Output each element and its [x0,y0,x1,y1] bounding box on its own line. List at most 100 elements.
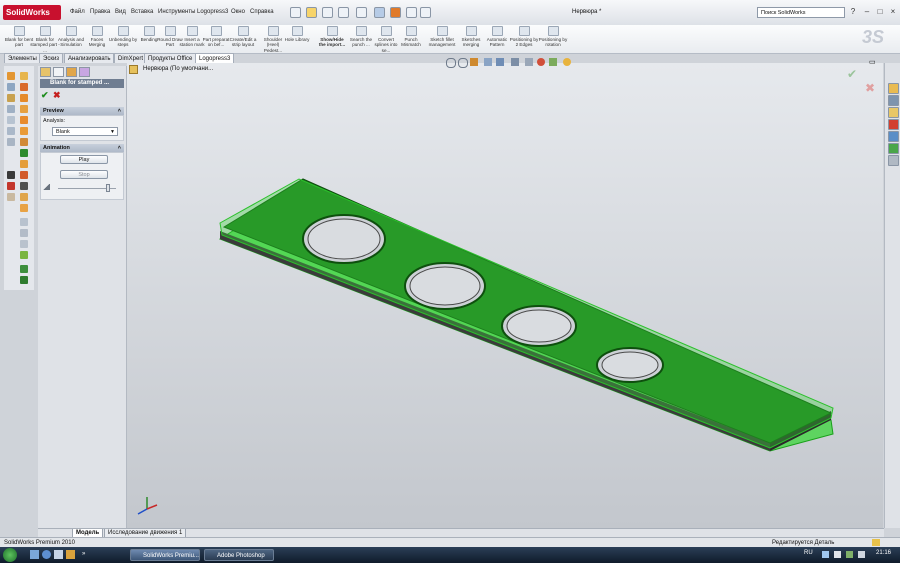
tool-icon[interactable] [20,193,28,201]
file-explorer-icon[interactable] [888,107,899,118]
strip-layout-button[interactable]: Create/Edit a strip layout [228,25,258,48]
tool-icon[interactable] [20,182,28,190]
explorer-icon[interactable] [54,550,63,559]
tab-dimxpert[interactable]: DimXpert [114,53,148,63]
punch-mismatch-button[interactable]: Punch Mismatch [396,25,426,48]
start-button[interactable] [3,548,17,562]
tab-features[interactable]: Элементы [4,53,41,63]
tab-logopress3[interactable]: Logopress3 [195,53,235,63]
help-icon[interactable]: ? [848,7,858,17]
tool-icon[interactable] [7,94,15,102]
configuration-manager-tab[interactable] [66,67,77,77]
select-pointer-icon[interactable] [374,7,385,18]
part-preparation-button[interactable]: Part preparat on bef... [201,25,231,48]
tool-icon[interactable] [20,265,28,273]
minimize-button[interactable]: – [862,7,872,17]
tool-icon[interactable] [20,171,28,179]
animation-group-header[interactable]: Animation ˄ [40,144,124,152]
search-input[interactable]: Поиск SolidWorks [757,7,845,18]
graphics-viewport[interactable]: Нервюра (По умолчани... ▭ ✔ ✖ [127,58,883,528]
search-results-icon[interactable] [888,119,899,130]
design-library-icon[interactable] [888,95,899,106]
tool-icon[interactable] [20,251,28,259]
view-palette-icon[interactable] [888,131,899,142]
appearances-icon[interactable] [888,143,899,154]
language-indicator[interactable]: RU [804,550,813,556]
menu-window[interactable]: Окно [231,9,245,15]
new-document-icon[interactable] [290,7,301,18]
cancel-x-icon[interactable]: ✖ [53,90,61,101]
menu-insert[interactable]: Вставка [131,9,153,15]
play-button[interactable]: Play [60,155,108,164]
property-manager-tab[interactable] [53,67,64,77]
show-hide-import-button[interactable]: Show/Hide the import... [317,25,347,48]
tool-icon[interactable] [7,116,15,124]
file-properties-icon[interactable] [406,7,417,18]
analysis-dropdown[interactable]: Blank ▼ [52,127,118,136]
task-photoshop[interactable]: Adobe Photoshop [204,549,274,561]
tray-icon[interactable] [846,551,853,558]
volume-icon[interactable] [858,551,865,558]
tab-evaluate[interactable]: Анализировать [64,53,115,63]
tool-icon[interactable] [20,94,28,102]
part-model[interactable] [127,63,883,528]
tool-icon[interactable] [20,218,28,226]
sketch-fillet-button[interactable]: Sketch fillet management [426,25,458,48]
menu-logopress[interactable]: Logopress3 [197,9,228,15]
quicklaunch-more-icon[interactable]: » [82,551,85,557]
resources-icon[interactable] [888,83,899,94]
tool-icon[interactable] [20,83,28,91]
open-folder-icon[interactable] [306,7,317,18]
tray-icon[interactable] [822,551,829,558]
tool-icon[interactable] [20,149,28,157]
tab-sketch[interactable]: Эскиз [39,53,64,63]
preview-group-header[interactable]: Preview ˄ [40,107,124,115]
tool-icon[interactable] [20,116,28,124]
collapse-chevron-icon[interactable]: ˄ [118,107,121,115]
stop-button[interactable]: Stop [60,170,108,179]
print-icon[interactable] [338,7,349,18]
tool-icon[interactable] [7,182,15,190]
tool-icon[interactable] [7,193,15,201]
tab-office-products[interactable]: Продукты Office [144,53,197,63]
menu-edit[interactable]: Правка [90,9,110,15]
menu-file[interactable]: Файл [70,9,85,15]
tool-icon[interactable] [20,72,28,80]
tool-icon[interactable] [7,127,15,135]
restore-button[interactable]: □ [875,7,885,17]
tool-icon[interactable] [7,171,15,179]
tool-icon[interactable] [20,105,28,113]
feature-manager-tab[interactable] [40,67,51,77]
clock[interactable]: 21:16 [876,550,891,556]
media-icon[interactable] [66,550,75,559]
tool-icon[interactable] [20,138,28,146]
tool-icon[interactable] [20,229,28,237]
tool-icon[interactable] [7,72,15,80]
positioning-rotation-button[interactable]: Positioning by rotation [538,25,568,48]
tool-icon[interactable] [20,127,28,135]
tool-icon[interactable] [20,276,28,284]
tool-icon[interactable] [20,160,28,168]
ie-icon[interactable] [42,550,51,559]
ok-checkmark-icon[interactable]: ✔ [41,90,49,101]
hole-library-button[interactable]: Hole Library [282,25,312,42]
tool-icon[interactable] [20,240,28,248]
collapse-chevron-icon[interactable]: ˄ [118,144,121,152]
show-desktop-icon[interactable] [30,550,39,559]
dimxpert-manager-tab[interactable] [79,67,90,77]
custom-properties-icon[interactable] [888,155,899,166]
traffic-light-icon[interactable] [390,7,401,18]
options-icon[interactable] [420,7,431,18]
close-button[interactable]: × [888,7,898,17]
menu-help[interactable]: Справка [250,9,274,15]
menu-view[interactable]: Вид [115,9,126,15]
speed-slider-thumb[interactable] [106,184,110,192]
task-solidworks[interactable]: SolidWorks Premiu... [130,549,200,561]
positioning-2-edges-button[interactable]: Positioning by 2 Edges [509,25,539,48]
tool-icon[interactable] [7,83,15,91]
tool-icon[interactable] [20,204,28,212]
solidworks-logo[interactable]: SolidWorks [3,5,61,20]
menu-tools[interactable]: Инструменты [158,9,195,15]
tool-icon[interactable] [7,138,15,146]
tool-icon[interactable] [7,105,15,113]
